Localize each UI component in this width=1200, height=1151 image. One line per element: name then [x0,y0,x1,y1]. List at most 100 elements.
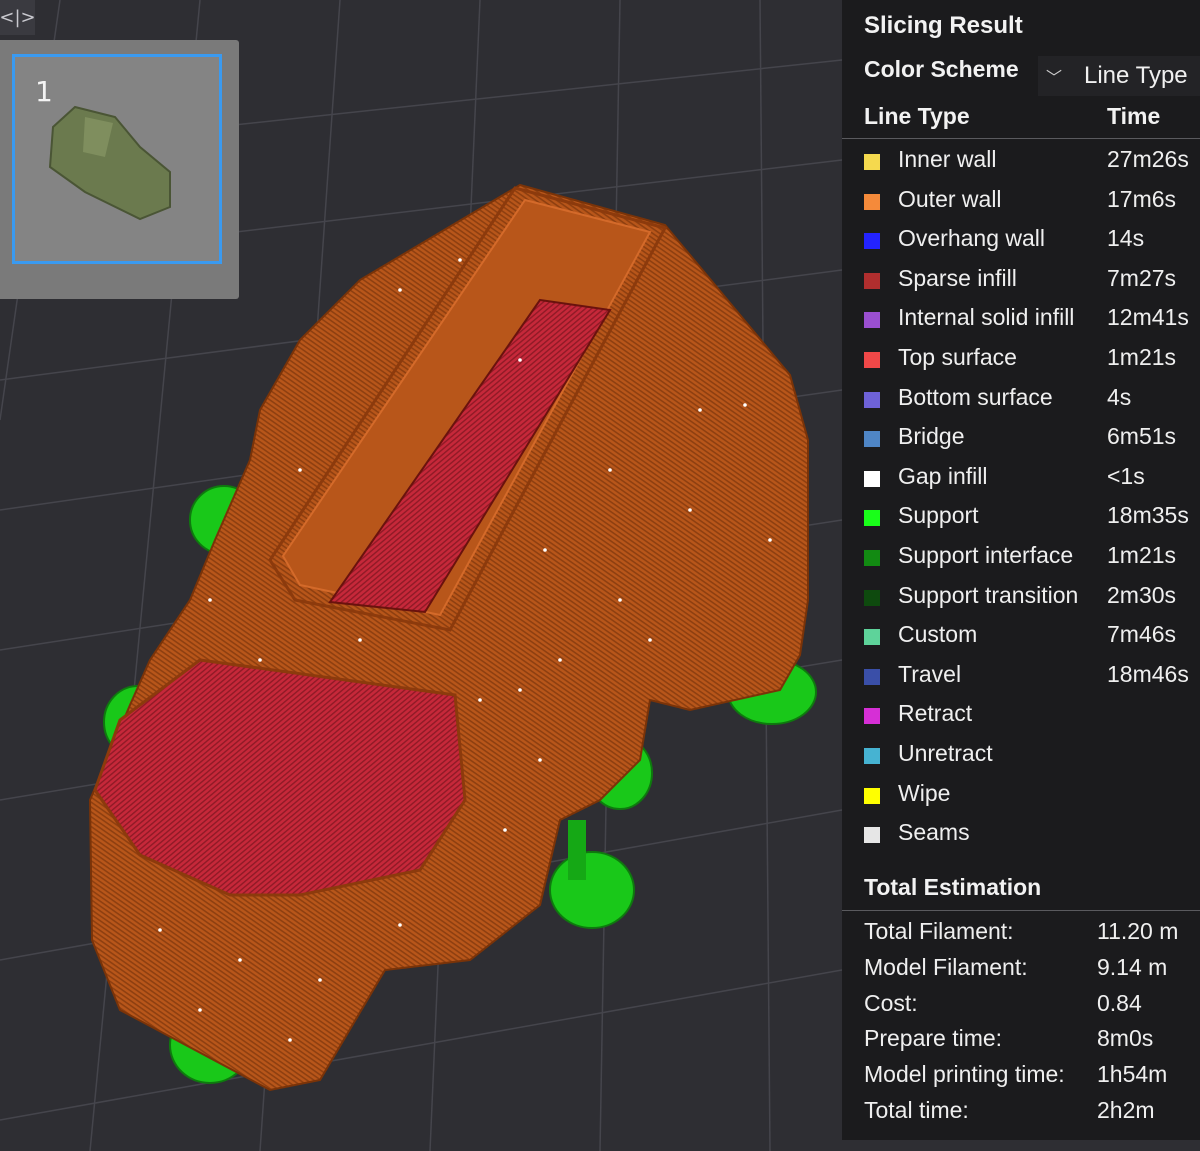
line-type-label: Support transition [898,581,1079,608]
legend-row[interactable]: Seams [864,815,1200,851]
legend-row[interactable]: Travel 18m46s [864,657,1200,693]
legend-row[interactable]: Support 18m35s [864,498,1200,534]
total-row: Total Filament: 11.20 m [864,916,1194,950]
line-type-time: 17m6s [1107,185,1177,212]
line-type-time: 18m46s [1107,660,1189,687]
legend-row[interactable]: Overhang wall 14s [864,221,1200,257]
line-type-time: 7m46s [1107,621,1177,648]
total-row: Total time: 2h2m [864,1095,1194,1129]
total-row: Model printing time: 1h54m [864,1059,1194,1093]
color-swatch [864,510,880,527]
line-type-label: Outer wall [898,185,1002,212]
line-type-time: 12m41s [1107,304,1189,331]
line-type-label: Custom [898,621,978,648]
total-key: Prepare time: [864,1025,1003,1052]
plate-list-panel: 1 [0,40,239,299]
color-swatch [864,272,880,289]
line-type-time: 4s [1107,383,1132,410]
line-type-label: Retract [898,700,973,727]
legend-row[interactable]: Custom 7m46s [864,617,1200,653]
line-type-time: 27m26s [1107,146,1189,172]
line-type-time: 14s [1107,225,1145,252]
color-swatch [864,193,880,210]
color-swatch [864,668,880,685]
line-type-label: Overhang wall [898,225,1046,252]
line-type-time: 1m21s [1107,542,1177,568]
line-type-time: 2m30s [1107,581,1177,608]
legend-row[interactable]: Top surface 1m21s [864,340,1200,376]
line-type-label: Top surface [898,344,1017,370]
line-type-time: 6m51s [1107,423,1177,450]
line-type-time: 1m21s [1107,344,1177,370]
line-type-label: Unretract [898,740,993,766]
line-type-label: Travel [898,660,962,687]
plate-thumbnail[interactable]: 1 [12,54,222,264]
color-scheme-label: Color Scheme [864,56,1019,82]
color-swatch [864,154,880,170]
chevron-down-icon: ﹀ [1046,68,1063,87]
line-type-label: Inner wall [898,146,997,172]
line-type-time: 7m27s [1107,264,1177,291]
color-swatch [864,312,880,329]
line-type-label: Bottom surface [898,383,1053,410]
slicing-result-legend: Slicing Result Color Scheme ﹀ Line Type … [842,0,1200,1140]
legend-row[interactable]: Unretract [864,736,1200,772]
legend-row[interactable]: Support transition 2m30s [864,578,1200,614]
legend-row[interactable]: Bottom surface 4s [864,380,1200,416]
color-swatch [864,352,880,368]
total-value: 1h54m [1097,1061,1168,1088]
line-type-label: Bridge [898,423,965,450]
line-type-time: <1s [1107,462,1145,489]
total-value: 0.84 [1097,989,1142,1016]
color-swatch [864,748,880,764]
total-row: Prepare time: 8m0s [864,1023,1194,1057]
total-value: 8m0s [1097,1025,1154,1052]
color-swatch [864,233,880,250]
legend-row[interactable]: Gap infill <1s [864,459,1200,495]
total-estimation-title: Total Estimation [864,874,1042,900]
total-key: Cost: [864,989,918,1016]
total-key: Total Filament: [864,918,1014,944]
total-value: 9.14 m [1097,953,1168,980]
total-key: Model printing time: [864,1061,1065,1088]
line-type-time: 18m35s [1107,502,1189,529]
total-key: Total time: [864,1097,969,1123]
line-type-label: Seams [898,819,970,846]
total-key: Model Filament: [864,953,1028,980]
header-line-type: Line Type [864,103,970,129]
color-swatch [864,431,880,448]
legend-title: Slicing Result [864,12,1023,39]
legend-row[interactable]: Internal solid infill 12m41s [864,300,1200,336]
legend-row[interactable]: Inner wall 27m26s [864,142,1200,178]
legend-row[interactable]: Sparse infill 7m27s [864,261,1200,297]
line-type-label: Support interface [898,542,1074,568]
color-swatch [864,827,880,844]
color-scheme-value: Line Type [1084,62,1188,89]
line-type-label: Support [898,502,979,529]
divider [842,910,1200,911]
color-swatch [864,629,880,646]
color-swatch [864,787,880,804]
legend-row[interactable]: Wipe [864,776,1200,812]
legend-row[interactable]: Outer wall 17m6s [864,182,1200,218]
legend-row[interactable]: Support interface 1m21s [864,538,1200,574]
color-swatch [864,550,880,566]
plate-model-thumbnail [48,105,171,221]
line-type-label: Gap infill [898,462,988,489]
color-swatch [864,470,880,487]
color-swatch [864,708,880,725]
color-swatch [864,391,880,408]
total-row: Cost: 0.84 [864,988,1194,1022]
header-time: Time [1107,103,1161,129]
color-swatch [864,589,880,606]
line-type-label: Internal solid infill [898,304,1075,331]
color-scheme-dropdown[interactable]: ﹀ Line Type [1038,56,1200,96]
legend-row[interactable]: Bridge 6m51s [864,419,1200,455]
legend-row[interactable]: Retract [864,696,1200,732]
collapse-sidebar-icon[interactable]: <|> [0,0,36,35]
line-type-label: Wipe [898,779,951,806]
divider [842,138,1200,139]
total-row: Model Filament: 9.14 m [864,952,1194,986]
total-value: 2h2m [1097,1097,1155,1123]
legend-table-header: Line Type Time [864,103,1194,133]
